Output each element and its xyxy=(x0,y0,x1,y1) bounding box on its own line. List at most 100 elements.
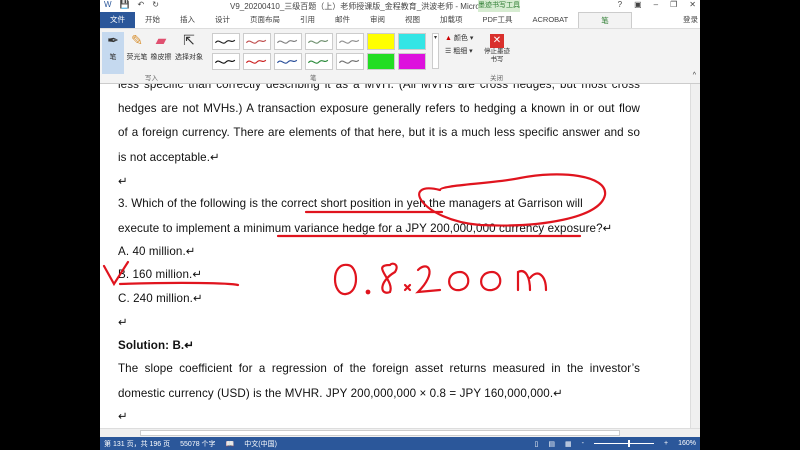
stop-inking-button[interactable]: ✕ 停止墨迹书写 xyxy=(482,34,512,64)
eraser-icon: ▰ xyxy=(155,32,167,48)
pen-swatch[interactable] xyxy=(305,33,333,50)
document-line: execute to implement a minimum variance … xyxy=(118,222,613,235)
document-page[interactable]: less specific than correctly describing … xyxy=(100,84,690,428)
zoom-in-button[interactable]: + xyxy=(664,440,668,447)
eraser-button[interactable]: ▰ 橡皮擦 xyxy=(150,32,172,62)
document-line: The slope coefficient for a regression o… xyxy=(118,362,640,375)
ribbon-tabs: 文件 开始 插入 设计 页面布局 引用 邮件 审阅 视图 加载项 PDF工具 A… xyxy=(100,12,700,28)
tab-home[interactable]: 开始 xyxy=(135,12,170,28)
write-group-label: 写入 xyxy=(145,75,158,82)
word-window: W 💾 ↶ ↻ V9_20200410_三级百题（上）老师授课版_金程教育_洪波老师 … xyxy=(100,0,700,450)
ribbon-display-button[interactable]: ▣ xyxy=(634,0,642,9)
document-line: A. 40 million.↵ xyxy=(118,245,196,258)
pen-label: 笔 xyxy=(109,54,117,61)
document-line: 3. Which of the following is the correct… xyxy=(118,197,583,210)
login-link[interactable]: 登录 xyxy=(683,14,698,25)
document-line: is not acceptable.↵ xyxy=(118,151,220,164)
tab-references[interactable]: 引用 xyxy=(290,12,325,28)
page-count[interactable]: 第 131 页，共 196 页 xyxy=(104,439,170,449)
web-layout-icon[interactable]: ▦ xyxy=(565,440,572,448)
save-icon[interactable]: 💾 xyxy=(120,0,130,9)
cursor-icon: ⇱ xyxy=(183,32,195,48)
proofing-icon[interactable]: 📖 xyxy=(226,440,235,448)
tab-pdf-tools[interactable]: PDF工具 xyxy=(473,12,523,28)
pen-swatch[interactable] xyxy=(274,53,302,70)
zoom-slider[interactable] xyxy=(594,440,654,447)
highlighter-button[interactable]: ✎ 荧光笔 xyxy=(126,32,148,62)
language[interactable]: 中文(中国) xyxy=(244,439,277,449)
pens-group-label: 笔 xyxy=(310,75,317,82)
weight-label: 粗细 xyxy=(453,48,468,55)
undo-icon[interactable]: ↶ xyxy=(138,0,145,9)
document-line: of a foreign currency. There are element… xyxy=(118,126,640,139)
document-line: C. 240 million.↵ xyxy=(118,292,203,305)
zoom-level[interactable]: 160% xyxy=(678,440,696,447)
highlighter-icon: ✎ xyxy=(131,32,143,48)
document-line: ↵ xyxy=(118,316,128,329)
weight-icon: ☰ xyxy=(445,48,452,55)
pen-swatch[interactable] xyxy=(212,33,240,50)
tab-layout[interactable]: 页面布局 xyxy=(240,12,290,28)
word-icon: W xyxy=(104,0,112,9)
redo-icon[interactable]: ↻ xyxy=(152,0,159,9)
stop-icon: ✕ xyxy=(490,34,504,48)
word-count[interactable]: 55078 个字 xyxy=(180,439,215,449)
document-line: domestic currency (USD) is the MVHR. JPY… xyxy=(118,387,563,400)
pen-swatch[interactable] xyxy=(336,53,364,70)
weight-dropdown[interactable]: ☰ 粗细 ▾ xyxy=(445,46,473,56)
collapse-ribbon-icon[interactable]: ^ xyxy=(693,72,696,79)
tab-acrobat[interactable]: ACROBAT xyxy=(523,12,579,28)
tab-mailings[interactable]: 邮件 xyxy=(325,12,360,28)
pen-swatch[interactable] xyxy=(398,53,426,70)
tab-design[interactable]: 设计 xyxy=(205,12,240,28)
document-line: B. 160 million.↵ xyxy=(118,268,203,281)
status-bar: 第 131 页，共 196 页 55078 个字 📖 中文(中国) ▯ ▤ ▦ … xyxy=(100,437,700,450)
ribbon: ✒ 笔 ✎ 荧光笔 ▰ 橡皮擦 ⇱ 选择对象 写入 ▾ ▲ 颜色 ▾ ☰ 粗细 ▾ 笔 … xyxy=(100,28,700,84)
tab-insert[interactable]: 插入 xyxy=(170,12,205,28)
horizontal-scrollbar[interactable] xyxy=(100,428,700,437)
close-group-label: 关闭 xyxy=(490,75,503,82)
zoom-out-button[interactable]: - xyxy=(582,440,584,447)
window-title: V9_20200410_三级百题（上）老师授课版_金程教育_洪波老师 - Mic… xyxy=(230,2,514,11)
document-line: ↵ xyxy=(118,175,128,188)
tab-review[interactable]: 审阅 xyxy=(360,12,395,28)
title-bar: W 💾 ↶ ↻ V9_20200410_三级百题（上）老师授课版_金程教育_洪波老师 … xyxy=(100,0,700,12)
pen-swatch[interactable] xyxy=(212,53,240,70)
eraser-label: 橡皮擦 xyxy=(150,54,172,61)
pen-swatch[interactable] xyxy=(305,53,333,70)
read-mode-icon[interactable]: ▯ xyxy=(535,440,539,448)
help-button[interactable]: ? xyxy=(618,0,622,9)
pen-swatch[interactable] xyxy=(398,33,426,50)
color-icon: ▲ xyxy=(445,35,452,42)
document-line: hedges are not MVHs.) A transaction expo… xyxy=(118,102,640,115)
print-layout-icon[interactable]: ▤ xyxy=(548,440,555,448)
pen-swatch[interactable] xyxy=(336,33,364,50)
restore-button[interactable]: ❐ xyxy=(670,0,677,9)
document-line: less specific than correctly describing … xyxy=(118,84,640,91)
scrollbar-thumb[interactable] xyxy=(140,430,620,436)
pen-swatch[interactable] xyxy=(274,33,302,50)
pen-swatch[interactable] xyxy=(367,53,395,70)
tab-view[interactable]: 视图 xyxy=(395,12,430,28)
tab-file[interactable]: 文件 xyxy=(100,12,135,28)
highlighter-label: 荧光笔 xyxy=(126,54,148,61)
vertical-scrollbar[interactable] xyxy=(690,84,700,428)
tab-addins[interactable]: 加载项 xyxy=(430,12,473,28)
pen-tool-button[interactable]: ✒ 笔 xyxy=(102,32,124,74)
pen-icon: ✒ xyxy=(107,32,119,48)
color-label: 颜色 xyxy=(453,35,468,42)
minimize-button[interactable]: – xyxy=(654,0,658,9)
pen-swatch[interactable] xyxy=(367,33,395,50)
pen-swatch[interactable] xyxy=(243,53,271,70)
gallery-scroll[interactable]: ▾ xyxy=(432,33,439,69)
solution-heading: Solution: B.↵ xyxy=(118,339,195,352)
pen-swatch[interactable] xyxy=(243,33,271,50)
color-dropdown[interactable]: ▲ 颜色 ▾ xyxy=(445,33,473,43)
select-objects-button[interactable]: ⇱ 选择对象 xyxy=(174,32,204,62)
ink-tools-context-label: 墨迹书写工具 xyxy=(478,0,520,12)
pen-gallery xyxy=(212,33,426,70)
close-button[interactable]: ✕ xyxy=(689,0,696,9)
tab-pen[interactable]: 笔 xyxy=(578,12,632,28)
stop-label: 停止墨迹书写 xyxy=(484,48,510,63)
document-line: ↵ xyxy=(118,410,128,423)
